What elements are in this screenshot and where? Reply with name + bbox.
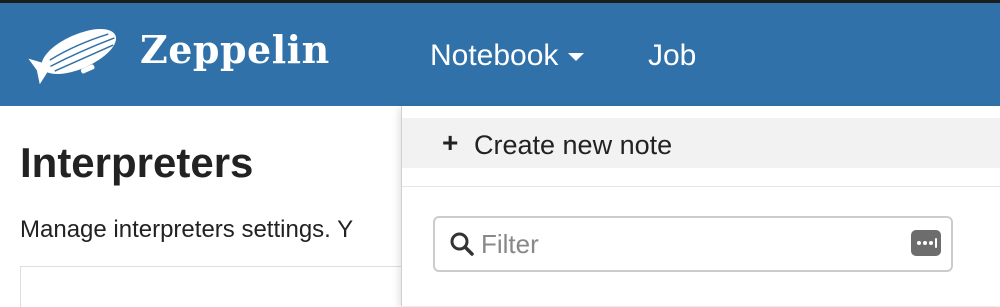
create-new-note-label: Create new note: [474, 130, 673, 160]
page-title: Interpreters: [20, 139, 254, 186]
plus-icon: +: [442, 127, 459, 158]
caret-down-icon: [568, 53, 585, 62]
zeppelin-logo-icon[interactable]: [28, 23, 124, 87]
nav-notebook-menu[interactable]: Notebook: [430, 39, 585, 73]
nav-notebook-label: Notebook: [430, 39, 559, 72]
brand-name[interactable]: Zeppelin: [140, 27, 330, 72]
page-description: Manage interpreters settings. Y: [20, 216, 354, 243]
nav-job-link[interactable]: Job: [648, 39, 696, 73]
search-icon: [449, 231, 475, 257]
filter-field[interactable]: [433, 216, 953, 272]
more-dots-icon[interactable]: [911, 230, 941, 256]
create-new-note-item[interactable]: + Create new note: [402, 118, 1000, 168]
dropdown-divider: [402, 186, 1000, 187]
filter-input[interactable]: [481, 225, 901, 263]
notebook-dropdown-menu: + Create new note: [401, 106, 1000, 306]
navbar: Zeppelin Notebook Job: [0, 3, 1000, 106]
